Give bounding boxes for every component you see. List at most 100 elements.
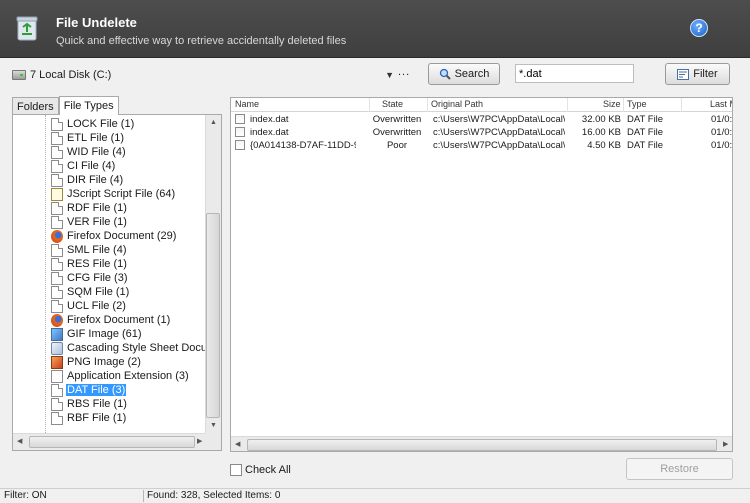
scroll-down-icon[interactable]: ▼ (210, 422, 217, 429)
cell-type: DAT File (627, 127, 664, 138)
hard-drive-icon (12, 70, 26, 80)
tree-item-label: CFG File (3) (67, 272, 128, 284)
horizontal-scroll-thumb[interactable] (247, 439, 717, 451)
tree-item[interactable]: LOCK File (1) (51, 117, 135, 131)
tree-item[interactable]: DAT File (3) (51, 383, 127, 397)
tree-item-label: WID File (4) (67, 146, 126, 158)
row-checkbox[interactable] (235, 140, 245, 150)
tree-item-label: CI File (4) (67, 160, 116, 172)
tree-item[interactable]: RES File (1) (51, 257, 128, 271)
column-type[interactable]: Type (627, 99, 647, 109)
tree-connector (45, 115, 46, 433)
cell-modified: 01/0: (711, 114, 733, 125)
tree-item-label: RES File (1) (67, 258, 127, 270)
file-list-panel: Name State Original Path Size Type Last … (230, 97, 733, 452)
firefox-icon (51, 313, 63, 327)
tree-item[interactable]: CI File (4) (51, 159, 116, 173)
column-name[interactable]: Name (235, 99, 259, 109)
tree-item-label: RBF File (1) (67, 412, 127, 424)
cell-name: index.dat (250, 114, 289, 125)
table-row[interactable]: index.dat Overwritten c:\Users\W7PC\AppD… (231, 113, 733, 126)
drive-label: 7 Local Disk (C:) (30, 69, 112, 81)
file-types-tree: LOCK File (1) ETL File (1) WID File (4) CI … (13, 115, 205, 433)
restore-button[interactable]: Restore (626, 458, 733, 480)
table-row[interactable]: index.dat Overwritten c:\Users\W7PC\AppD… (231, 126, 733, 139)
tree-item[interactable]: Cascading Style Sheet Documen (51, 341, 205, 355)
tab-folders[interactable]: Folders (12, 97, 59, 115)
help-icon[interactable]: ? (690, 19, 708, 37)
search-button[interactable]: Search (428, 63, 500, 85)
tree-item[interactable]: RBF File (1) (51, 411, 127, 425)
column-separator[interactable] (623, 98, 624, 112)
file-mask-input[interactable] (515, 64, 634, 83)
tree-item[interactable]: JScript Script File (64) (51, 187, 176, 201)
cell-modified: 01/0: (711, 127, 733, 138)
cell-state: Overwritten (372, 127, 422, 138)
status-divider (143, 490, 144, 502)
column-state[interactable]: State (382, 99, 403, 109)
cell-name: index.dat (250, 127, 289, 138)
tree-item-label: SQM File (1) (67, 286, 130, 298)
file-undelete-window: File Undelete Quick and effective way to… (0, 0, 750, 503)
column-separator[interactable] (567, 98, 568, 112)
tree-item[interactable]: Firefox Document (29) (51, 229, 177, 243)
column-original-path[interactable]: Original Path (431, 99, 483, 109)
tab-file-types[interactable]: File Types (58, 96, 119, 115)
tree-item[interactable]: WID File (4) (51, 145, 127, 159)
tree-item-label: JScript Script File (64) (67, 188, 176, 200)
column-separator[interactable] (427, 98, 428, 112)
table-row[interactable]: {0A014138-D7AF-11DD-9( Poor c:\Users\W7P… (231, 139, 733, 152)
checkbox-box[interactable] (230, 464, 242, 476)
check-all-label: Check All (245, 464, 291, 476)
column-size[interactable]: Size (603, 99, 621, 109)
column-last-modified[interactable]: Last M (710, 99, 732, 109)
file-icon (51, 397, 63, 411)
scroll-right-icon[interactable]: ▶ (197, 437, 202, 445)
tree-item[interactable]: PNG Image (2) (51, 355, 142, 369)
tree-item[interactable]: GIF Image (61) (51, 327, 143, 341)
tree-item[interactable]: Application Extension (3) (51, 369, 190, 383)
tree-item[interactable]: RDF File (1) (51, 201, 128, 215)
row-checkbox[interactable] (235, 127, 245, 137)
cell-size: 4.50 KB (587, 140, 621, 151)
tree-item[interactable]: Firefox Document (1) (51, 313, 171, 327)
column-separator[interactable] (369, 98, 370, 112)
tree-item-label: UCL File (2) (67, 300, 126, 312)
check-all-checkbox[interactable]: Check All (230, 464, 291, 476)
tree-item-label: DIR File (4) (67, 174, 124, 186)
row-checkbox[interactable] (235, 114, 245, 124)
file-icon (51, 215, 63, 229)
file-types-panel: LOCK File (1) ETL File (1) WID File (4) CI … (12, 114, 222, 451)
status-bar: Filter: ON Found: 328, Selected Items: 0 (0, 488, 750, 503)
cell-modified: 01/0: (711, 140, 733, 151)
file-icon (51, 131, 63, 145)
scroll-right-icon[interactable]: ▶ (723, 440, 728, 448)
filter-button-label: Filter (693, 68, 718, 80)
scroll-corner (205, 433, 221, 450)
ext-icon (51, 369, 63, 383)
tree-item[interactable]: UCL File (2) (51, 299, 127, 313)
tree-item[interactable]: SQM File (1) (51, 285, 130, 299)
scroll-left-icon[interactable]: ◀ (235, 440, 240, 448)
tree-item-label: VER File (1) (67, 216, 127, 228)
file-icon (51, 159, 63, 173)
tree-item[interactable]: RBS File (1) (51, 397, 128, 411)
scroll-up-icon[interactable]: ▲ (210, 119, 217, 126)
tree-item[interactable]: VER File (1) (51, 215, 128, 229)
cell-size: 32.00 KB (581, 114, 621, 125)
filter-button[interactable]: Filter (665, 63, 730, 85)
horizontal-scroll-thumb[interactable] (29, 436, 195, 448)
app-header: File Undelete Quick and effective way to… (0, 0, 750, 58)
cell-name: {0A014138-D7AF-11DD-9( (250, 140, 356, 151)
scroll-left-icon[interactable]: ◀ (17, 437, 22, 445)
drive-select[interactable]: 7 Local Disk (C:) ▼ (12, 67, 394, 83)
column-separator[interactable] (681, 98, 682, 112)
tree-item[interactable]: ETL File (1) (51, 131, 125, 145)
chevron-down-icon[interactable]: ▼ (385, 70, 394, 80)
tree-item[interactable]: DIR File (4) (51, 173, 124, 187)
tree-item[interactable]: SML File (4) (51, 243, 128, 257)
browse-button[interactable]: ... (398, 66, 410, 78)
tree-item[interactable]: CFG File (3) (51, 271, 129, 285)
vertical-scroll-thumb[interactable] (206, 213, 220, 418)
search-button-label: Search (454, 68, 490, 80)
